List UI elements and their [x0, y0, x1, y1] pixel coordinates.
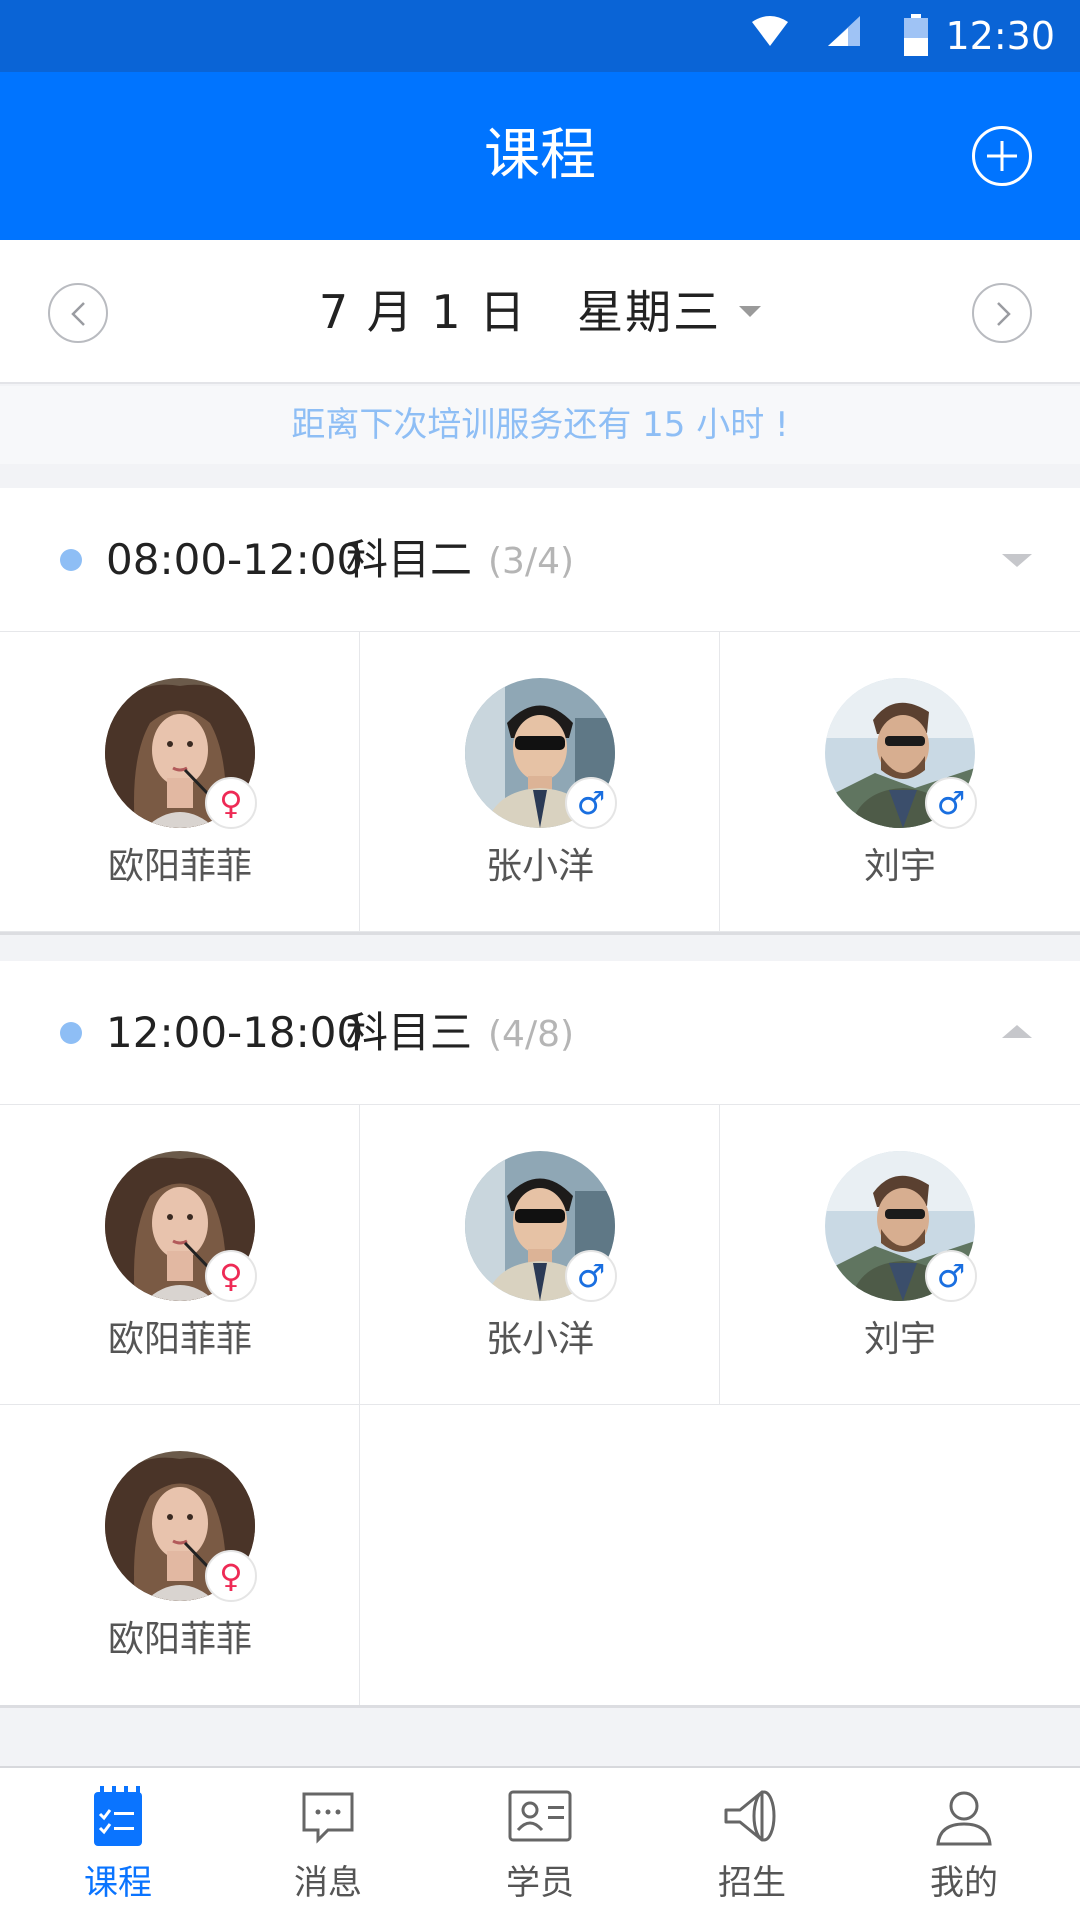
tab-label: 我的	[930, 1863, 998, 1903]
tab-label: 学员	[506, 1863, 574, 1903]
male-icon: ♂	[925, 1250, 977, 1302]
student-card[interactable]: ♂ 张小洋	[360, 632, 720, 932]
tab-label: 课程	[84, 1863, 152, 1903]
male-icon: ♂	[565, 1250, 617, 1302]
person-icon	[936, 1791, 992, 1846]
session-count: (4/8)	[488, 1014, 575, 1055]
student-card[interactable]: ♀ 欧阳菲菲	[0, 1105, 360, 1405]
signal-icon	[828, 16, 860, 46]
app-bar: 课程	[0, 72, 1080, 240]
student-grid: ♀ 欧阳菲菲 ♂ 张小洋 ♂ 刘宇 ♀ 欧阳菲菲	[0, 1105, 1080, 1705]
student-card[interactable]: ♀ 欧阳菲菲	[0, 1405, 360, 1705]
id-card-icon	[508, 1790, 572, 1842]
tab-label: 招生	[718, 1863, 786, 1903]
student-name: 张小洋	[485, 1319, 594, 1360]
student-name: 张小洋	[485, 846, 594, 887]
current-date: 7 月 1 日 星期三	[318, 285, 722, 339]
student-card[interactable]: ♂ 张小洋	[360, 1105, 720, 1405]
calendar-checklist-icon	[94, 1786, 142, 1846]
session-count: (3/4)	[488, 541, 575, 582]
megaphone-icon	[724, 1790, 776, 1842]
student-name: 欧阳菲菲	[107, 1619, 252, 1660]
session-header[interactable]: 12:00-18:00 科目三 (4/8)	[0, 961, 1080, 1105]
tab-courses[interactable]: 课程	[10, 1768, 226, 1920]
status-bar: 12:30	[0, 0, 1080, 72]
session-card: 08:00-12:00 科目二 (3/4) ♀ 欧阳菲菲 ♂ 张小洋 ♂ 刘宇	[0, 488, 1080, 935]
wifi-icon	[752, 16, 788, 46]
tab-profile[interactable]: 我的	[856, 1768, 1072, 1920]
next-training-notice: 距离下次培训服务还有 15 小时 !	[0, 386, 1080, 464]
tab-label: 消息	[294, 1863, 362, 1903]
student-name: 刘宇	[863, 1319, 936, 1360]
student-name: 欧阳菲菲	[107, 846, 252, 887]
add-course-button[interactable]	[972, 126, 1032, 186]
chevron-right-icon	[997, 302, 1011, 326]
session-header[interactable]: 08:00-12:00 科目二 (3/4)	[0, 488, 1080, 632]
student-name: 欧阳菲菲	[107, 1319, 252, 1360]
female-icon: ♀	[205, 777, 257, 829]
session-subject: 科目三	[346, 1008, 473, 1057]
battery-icon	[904, 14, 928, 56]
status-time: 12:30	[945, 14, 1055, 58]
female-icon: ♀	[205, 1250, 257, 1302]
session-dot	[60, 1022, 82, 1044]
date-picker[interactable]: 7 月 1 日 星期三	[0, 284, 1080, 340]
expand-arrow-icon[interactable]	[1002, 554, 1032, 567]
date-selector: 7 月 1 日 星期三	[0, 240, 1080, 384]
student-card[interactable]: ♂ 刘宇	[720, 1105, 1080, 1405]
tab-students[interactable]: 学员	[432, 1768, 648, 1920]
session-time: 08:00-12:00	[106, 535, 364, 584]
session-card: 12:00-18:00 科目三 (4/8) ♀ 欧阳菲菲 ♂ 张小洋 ♂ 刘宇 …	[0, 961, 1080, 1708]
student-name: 刘宇	[863, 846, 936, 887]
session-time: 12:00-18:00	[106, 1008, 364, 1057]
female-icon: ♀	[205, 1550, 257, 1602]
tab-messages[interactable]: 消息	[220, 1768, 436, 1920]
chat-bubble-icon	[302, 1792, 354, 1844]
next-day-button[interactable]	[972, 283, 1032, 343]
male-icon: ♂	[925, 777, 977, 829]
male-icon: ♂	[565, 777, 617, 829]
student-grid: ♀ 欧阳菲菲 ♂ 张小洋 ♂ 刘宇	[0, 632, 1080, 932]
student-card[interactable]: ♀ 欧阳菲菲	[0, 632, 360, 932]
student-card[interactable]: ♂ 刘宇	[720, 632, 1080, 932]
page-title: 课程	[484, 123, 596, 188]
bottom-tab-bar: 课程 消息 学员 招生 我的	[0, 1766, 1080, 1920]
caret-down-icon	[739, 306, 762, 317]
session-subject: 科目二	[346, 535, 473, 584]
session-dot	[60, 549, 82, 571]
collapse-arrow-icon[interactable]	[1002, 1025, 1032, 1038]
tab-enrollment[interactable]: 招生	[644, 1768, 860, 1920]
